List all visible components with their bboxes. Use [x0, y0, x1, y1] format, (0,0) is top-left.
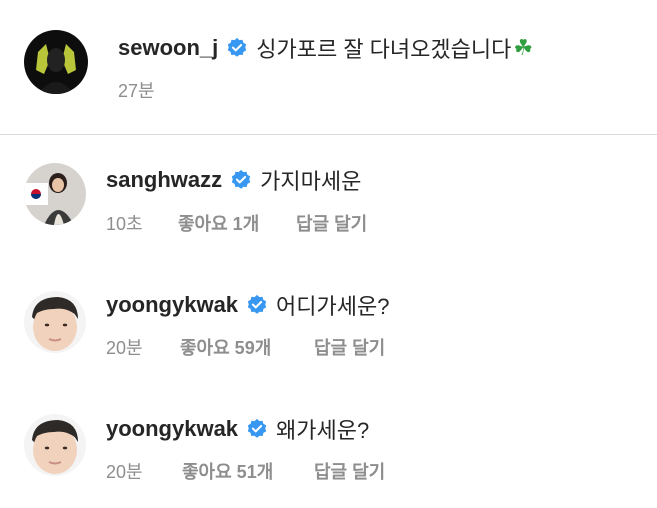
comment-time[interactable]: 20분: [106, 458, 182, 484]
avatar-image: [24, 163, 86, 225]
avatar-image: [24, 291, 86, 353]
comment-likes[interactable]: 좋아요 51개: [182, 458, 314, 484]
caption-meta: 27분: [118, 77, 155, 103]
verified-badge-icon: [246, 294, 268, 316]
comment-line: yoongykwak 어디가세운?: [106, 291, 389, 319]
avatar-image: [24, 30, 88, 94]
caption-text: 싱가포르 잘 다녀오겠습니다: [256, 37, 512, 62]
avatar-image: [24, 414, 86, 476]
comment-meta: 10초 좋아요 1개 답글 달기: [106, 210, 367, 236]
comment-line: yoongykwak 왜가세운?: [106, 415, 369, 443]
verified-badge-icon: [226, 37, 248, 59]
avatar-sewoon[interactable]: [24, 30, 88, 94]
comment-username[interactable]: sanghwazz: [106, 167, 222, 193]
comment-meta: 20분 좋아요 51개 답글 달기: [106, 458, 385, 484]
reply-button[interactable]: 답글 달기: [296, 210, 367, 236]
comment-line: sanghwazz 가지마세운: [106, 166, 361, 194]
comment-text: 어디가세운?: [276, 294, 390, 319]
shamrock-icon: ☘: [513, 35, 534, 60]
caption-username[interactable]: sewoon_j: [118, 35, 218, 61]
verified-badge-icon: [246, 418, 268, 440]
comment-text: 왜가세운?: [276, 418, 370, 443]
comment-username[interactable]: yoongykwak: [106, 292, 238, 318]
comment-text: 가지마세운: [260, 169, 362, 194]
avatar-yoongykwak[interactable]: [24, 291, 86, 353]
comment-username[interactable]: yoongykwak: [106, 416, 238, 442]
avatar-sanghwazz[interactable]: [24, 163, 86, 225]
caption-time[interactable]: 27분: [118, 77, 155, 103]
caption-line: sewoon_j 싱가포르 잘 다녀오겠습니다 ☘: [118, 34, 533, 62]
verified-badge-icon: [230, 169, 252, 191]
comment-time[interactable]: 10초: [106, 210, 178, 236]
comment-meta: 20분 좋아요 59개 답글 달기: [106, 334, 385, 360]
reply-button[interactable]: 답글 달기: [314, 458, 385, 484]
reply-button[interactable]: 답글 달기: [314, 334, 385, 360]
comment-likes[interactable]: 좋아요 59개: [180, 334, 314, 360]
post-caption: sewoon_j 싱가포르 잘 다녀오겠습니다 ☘ 27분: [0, 0, 657, 135]
comment-likes[interactable]: 좋아요 1개: [178, 210, 296, 236]
avatar-yoongykwak[interactable]: [24, 414, 86, 476]
comment-time[interactable]: 20분: [106, 334, 180, 360]
